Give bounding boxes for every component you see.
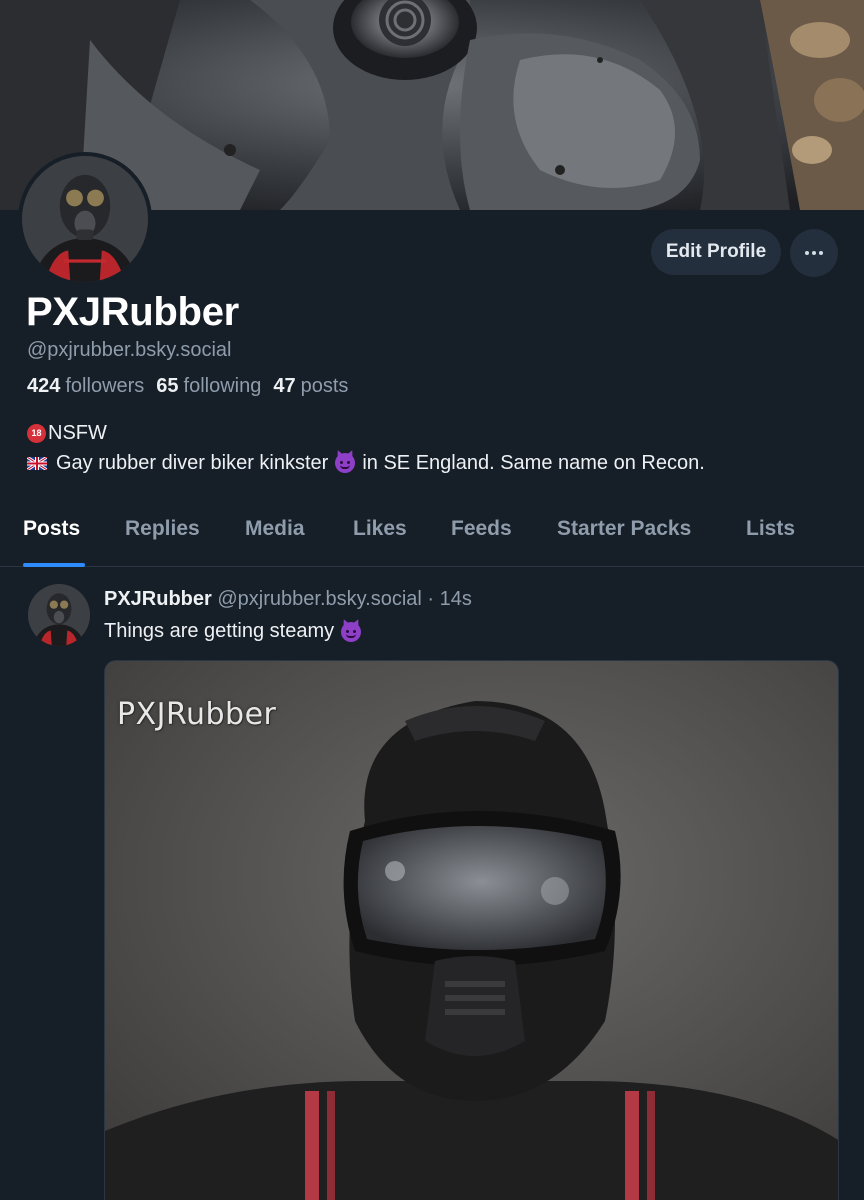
- edit-profile-button[interactable]: Edit Profile: [651, 229, 781, 275]
- bio-line-2-end: in SE England. Same name on Recon.: [362, 452, 705, 474]
- posts-stat: 47 posts: [273, 375, 349, 397]
- bio-line-1: NSFW: [48, 422, 107, 444]
- tab-likes[interactable]: Likes: [353, 517, 407, 541]
- followers-stat[interactable]: 424 followers: [27, 375, 144, 398]
- profile-tabs: Posts Replies Media Likes Feeds Starter …: [0, 505, 864, 567]
- profile-stats: 424 followers 65 following 47 posts: [27, 375, 348, 398]
- smiling-devil-emoji-icon: [341, 621, 362, 642]
- profile-bio: 18 NSFW Gay rubber diver biker kinkster …: [27, 418, 705, 478]
- post-author-avatar[interactable]: [28, 584, 90, 646]
- tab-starter-packs[interactable]: Starter Packs: [557, 517, 691, 541]
- post-header: PXJRubber @pxjrubber.bsky.social · 14s: [104, 588, 472, 611]
- following-stat[interactable]: 65 following: [156, 375, 261, 398]
- tab-feeds[interactable]: Feeds: [451, 517, 512, 541]
- post-text: Things are getting steamy: [104, 620, 368, 643]
- post-author-handle[interactable]: @pxjrubber.bsky.social: [217, 588, 421, 610]
- profile-page: Edit Profile PXJRubber @pxjrubber.bsky.s…: [0, 0, 864, 1200]
- tab-posts[interactable]: Posts: [23, 517, 80, 541]
- active-tab-indicator: [23, 563, 85, 567]
- tab-replies[interactable]: Replies: [125, 517, 200, 541]
- tab-media[interactable]: Media: [245, 517, 305, 541]
- bio-line-2-start: Gay rubber diver biker kinkster: [56, 452, 329, 474]
- more-options-button[interactable]: [790, 229, 838, 277]
- post-author-name[interactable]: PXJRubber: [104, 588, 212, 610]
- smiling-devil-emoji-icon: [335, 453, 356, 473]
- uk-flag-icon: [27, 456, 47, 470]
- more-options-icon: [805, 251, 823, 255]
- profile-avatar[interactable]: [18, 152, 152, 286]
- post-timestamp[interactable]: · 14s: [427, 588, 471, 610]
- image-watermark: PXJRubber: [117, 697, 277, 732]
- display-name: PXJRubber: [26, 290, 239, 334]
- post-image[interactable]: PXJRubber: [104, 660, 839, 1200]
- no-under-18-icon: 18: [27, 423, 46, 443]
- profile-handle: @pxjrubber.bsky.social: [27, 339, 232, 361]
- tab-lists[interactable]: Lists: [746, 517, 795, 541]
- post-text-content: Things are getting steamy: [104, 620, 335, 642]
